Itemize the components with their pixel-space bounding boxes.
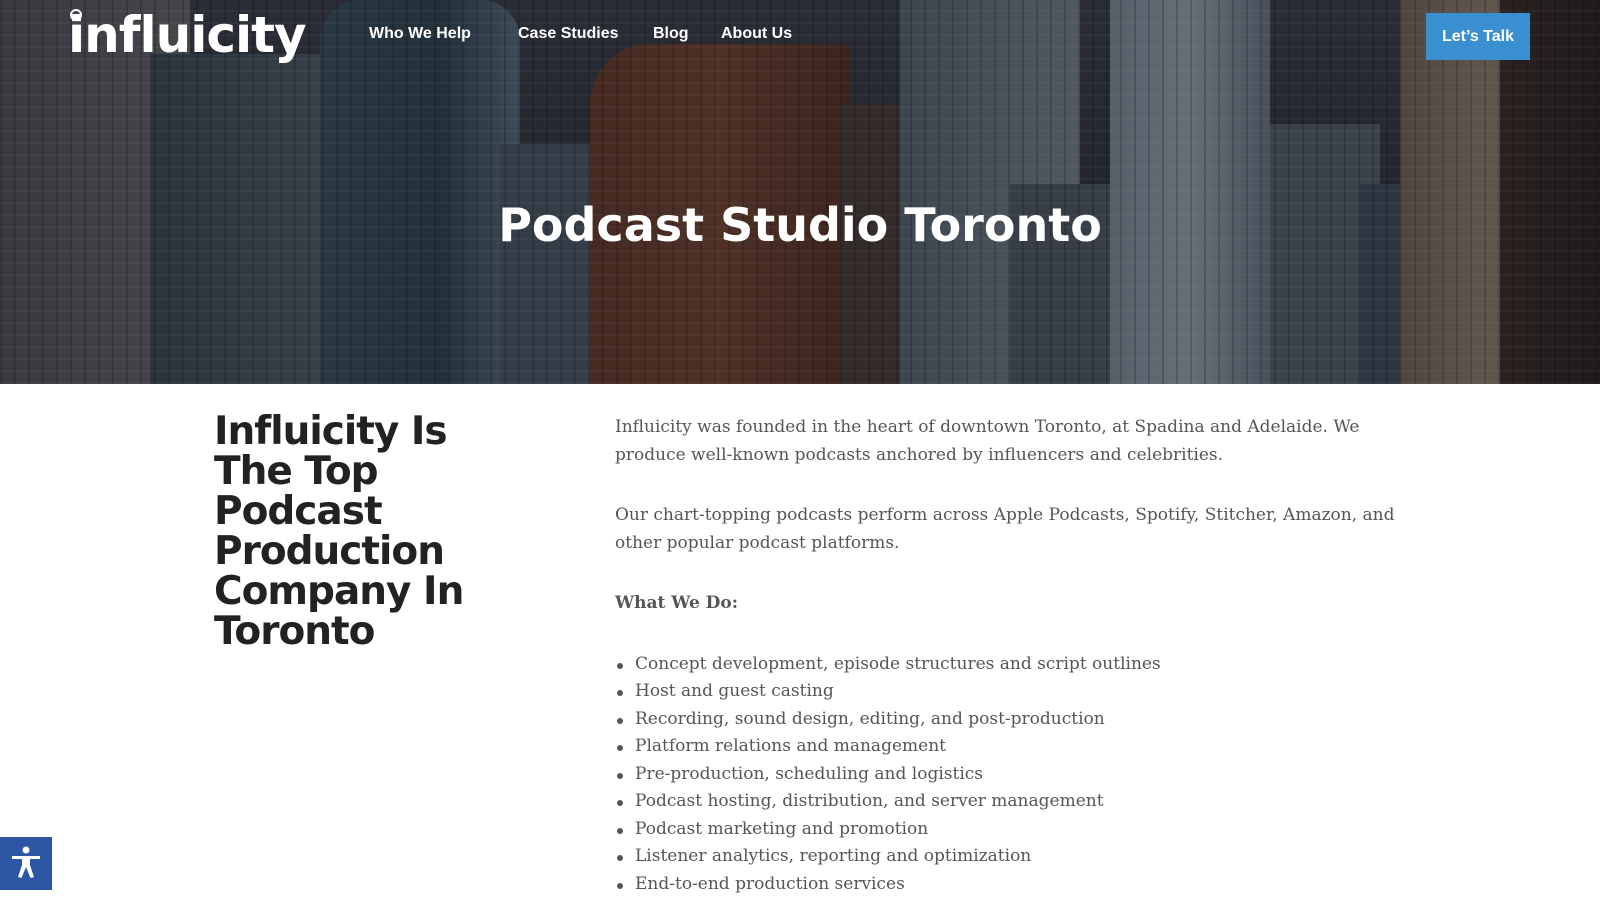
accessibility-button[interactable] <box>0 837 52 890</box>
list-item: Host and guest casting <box>615 678 1395 706</box>
list-item: Pre-production, scheduling and logistics <box>615 761 1395 789</box>
nav-who-we-help[interactable]: Who We Help <box>369 25 471 43</box>
lets-talk-button[interactable]: Let’s Talk <box>1426 13 1530 60</box>
site-logo[interactable]: influicity <box>68 6 307 64</box>
platforms-paragraph: Our chart-topping podcasts perform acros… <box>615 505 1395 553</box>
list-item: Recording, sound design, editing, and po… <box>615 706 1395 734</box>
section-heading: Influicity Is The Top Podcast Production… <box>214 409 464 654</box>
list-item: Listener analytics, reporting and optimi… <box>615 843 1395 871</box>
intro-paragraph: Influicity was founded in the heart of d… <box>615 417 1360 465</box>
what-we-do-label: What We Do: <box>615 593 739 613</box>
list-item: Podcast marketing and promotion <box>615 816 1395 844</box>
list-item: End-to-end production services <box>615 871 1395 899</box>
content-column: Influicity was founded in the heart of d… <box>615 414 1395 898</box>
logo-star-icon <box>70 9 82 21</box>
nav-about-us[interactable]: About Us <box>721 25 792 43</box>
hero-section: influicity Who We Help Case Studies Blog… <box>0 0 1600 384</box>
services-list: Concept development, episode structures … <box>615 651 1395 899</box>
list-item: Podcast hosting, distribution, and serve… <box>615 788 1395 816</box>
accessibility-icon <box>9 845 43 882</box>
list-item: Platform relations and management <box>615 733 1395 761</box>
list-item: Concept development, episode structures … <box>615 651 1395 679</box>
page-title: Podcast Studio Toronto <box>498 198 1102 252</box>
nav-blog[interactable]: Blog <box>653 25 689 43</box>
nav-case-studies[interactable]: Case Studies <box>518 25 618 43</box>
